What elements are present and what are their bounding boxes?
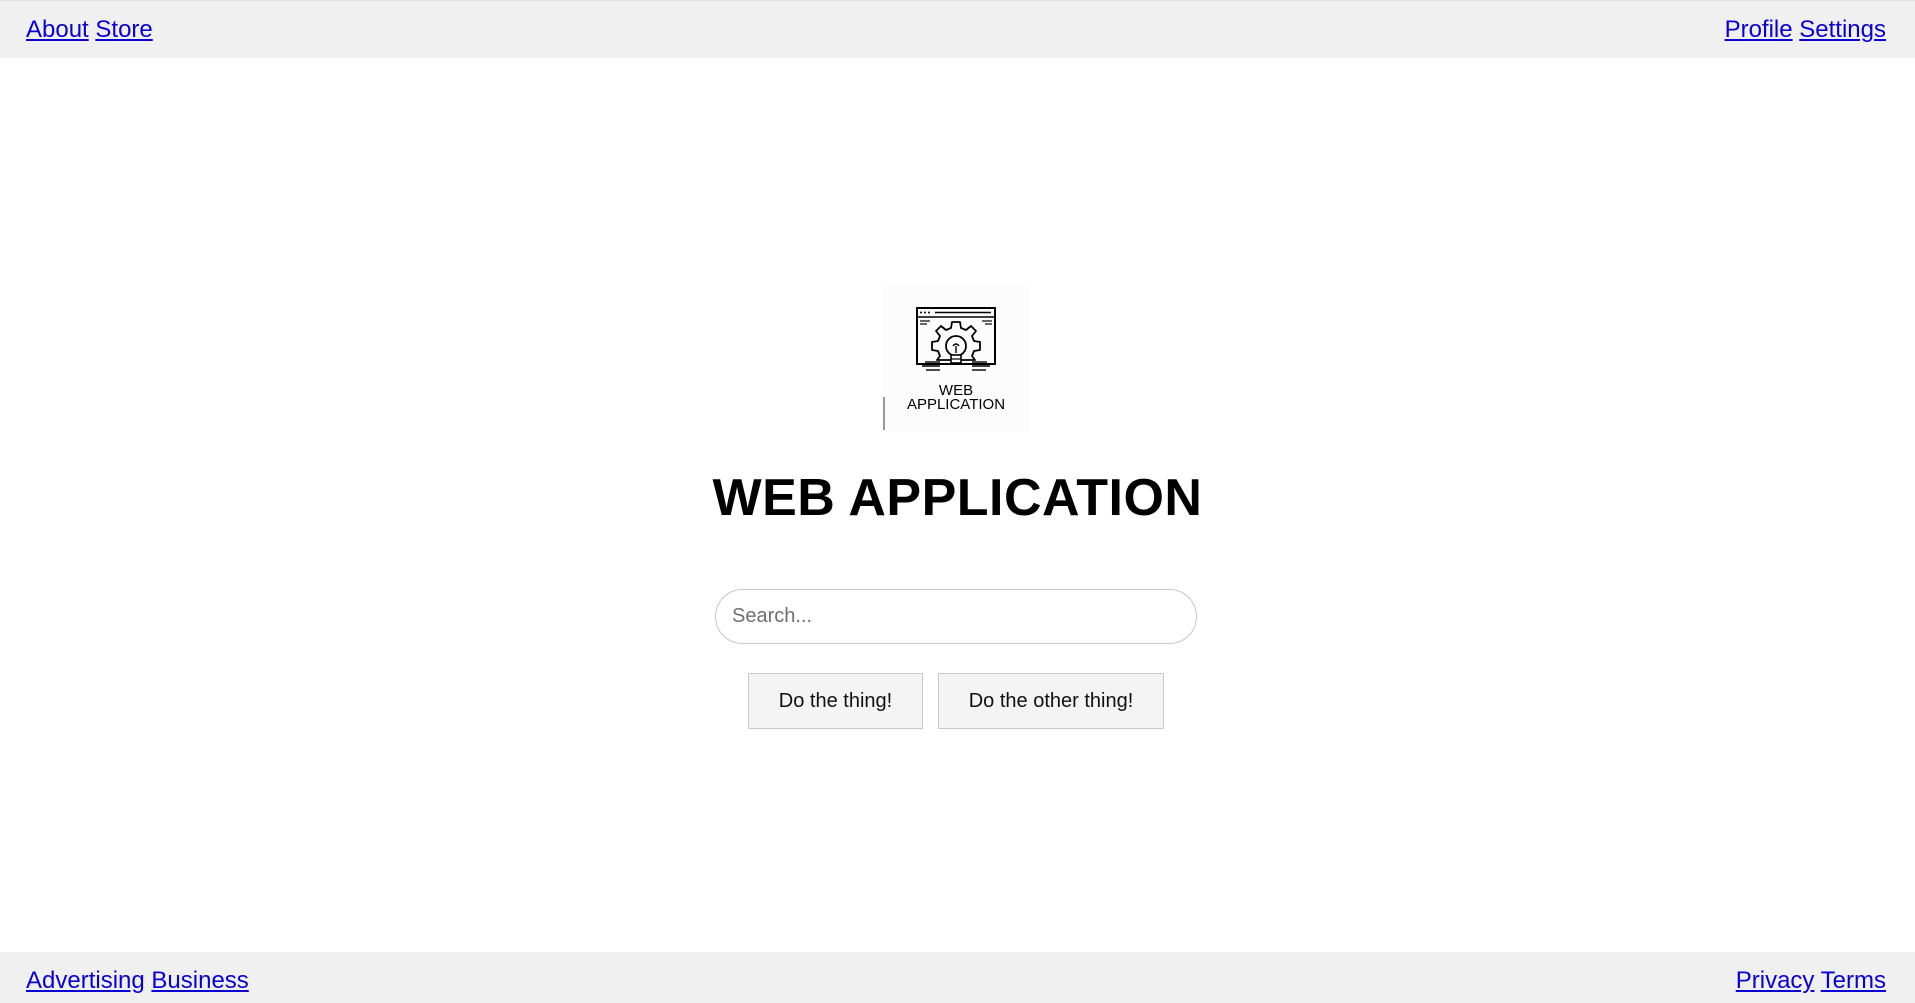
footer-bar: Advertising Business Privacy Terms (0, 952, 1915, 1003)
privacy-link[interactable]: Privacy (1736, 967, 1815, 994)
about-link[interactable]: About (26, 16, 89, 43)
top-nav-bar: About Store Profile Settings (0, 0, 1915, 58)
advertising-link[interactable]: Advertising (26, 967, 145, 994)
top-nav-right: Profile Settings (1725, 16, 1886, 44)
store-link[interactable]: Store (95, 16, 152, 43)
business-link[interactable]: Business (151, 967, 248, 994)
search-input[interactable] (715, 589, 1197, 644)
do-the-thing-button[interactable]: Do the thing! (748, 673, 923, 729)
footer-right: Privacy Terms (1736, 967, 1886, 995)
logo-text-line2: APPLICATION (907, 396, 1005, 413)
profile-link[interactable]: Profile (1725, 16, 1793, 43)
settings-link[interactable]: Settings (1799, 16, 1886, 43)
top-nav-left: About Store (26, 16, 153, 44)
page-title: WEB APPLICATION (712, 469, 1203, 527)
do-the-other-thing-button[interactable]: Do the other thing! (938, 673, 1164, 729)
app-logo: WEB APPLICATION (882, 284, 1030, 432)
terms-link[interactable]: Terms (1821, 967, 1886, 994)
web-application-gear-icon: WEB APPLICATION (882, 284, 1030, 432)
footer-left: Advertising Business (26, 967, 249, 995)
